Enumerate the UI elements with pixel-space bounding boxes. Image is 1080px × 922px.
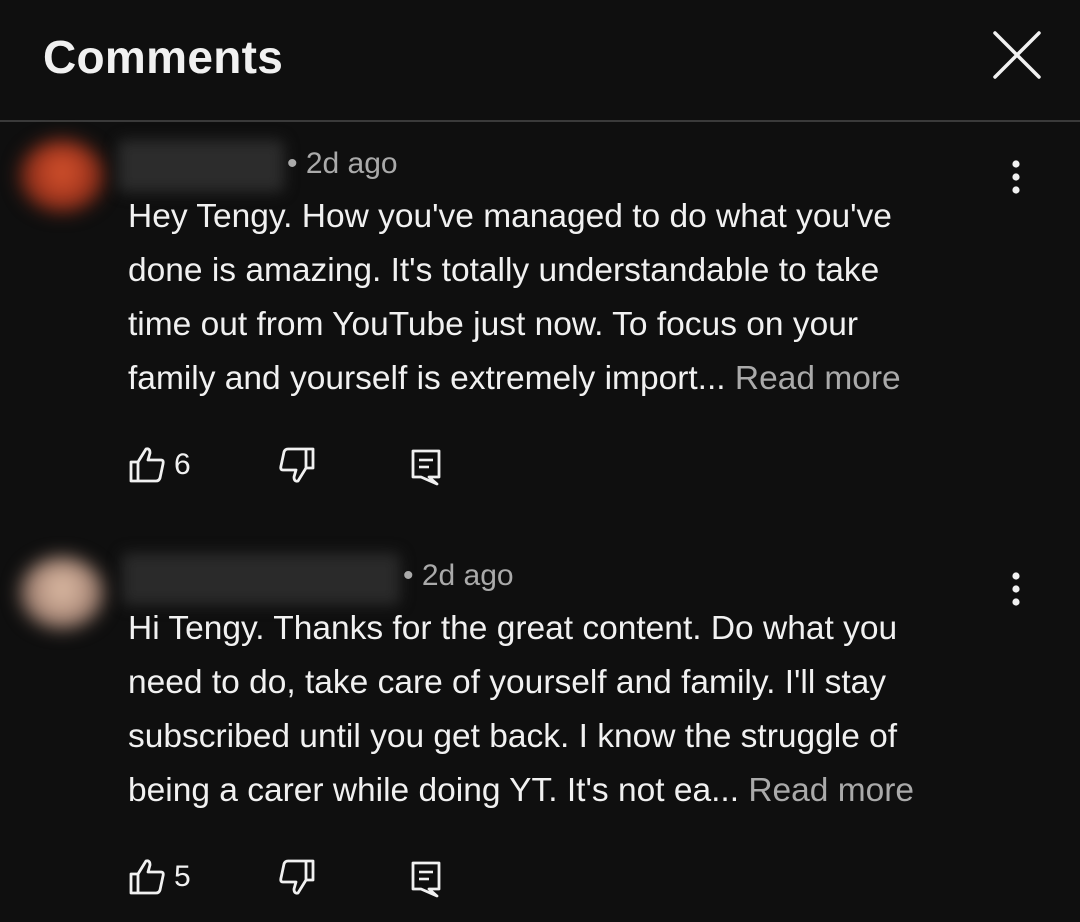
like-count: 5: [174, 860, 191, 893]
thumbs-down-icon: [279, 859, 315, 895]
comment-text: Hey Tengy. How you've managed to do what…: [128, 190, 1028, 406]
reply-button[interactable]: [410, 442, 442, 492]
thumbs-down-icon: [279, 447, 315, 483]
close-icon: [993, 31, 1041, 79]
close-button[interactable]: [988, 26, 1046, 84]
dislike-button[interactable]: [276, 440, 316, 490]
thumbs-up-icon: [129, 859, 165, 895]
reply-comment-icon: [411, 861, 441, 898]
avatar[interactable]: [20, 557, 104, 629]
comment-text: Hi Tengy. Thanks for the great content. …: [128, 602, 1028, 818]
comment-timestamp: • 2d ago: [287, 147, 398, 180]
author-name-redacted[interactable]: [118, 140, 284, 192]
avatar[interactable]: [20, 140, 104, 212]
panel-title: Comments: [43, 31, 284, 83]
thumbs-up-icon: [129, 447, 165, 483]
reply-comment-icon: [411, 449, 441, 486]
dislike-button[interactable]: [276, 852, 316, 902]
author-name-redacted[interactable]: [122, 553, 400, 605]
comments-header: Comments: [0, 0, 1080, 122]
read-more-link[interactable]: Read more: [735, 360, 901, 397]
comment-timestamp: • 2d ago: [403, 559, 514, 592]
like-count: 6: [174, 448, 191, 481]
read-more-link[interactable]: Read more: [748, 772, 914, 809]
like-button[interactable]: 6: [128, 440, 191, 490]
reply-button[interactable]: [410, 854, 442, 904]
like-button[interactable]: 5: [128, 852, 191, 902]
